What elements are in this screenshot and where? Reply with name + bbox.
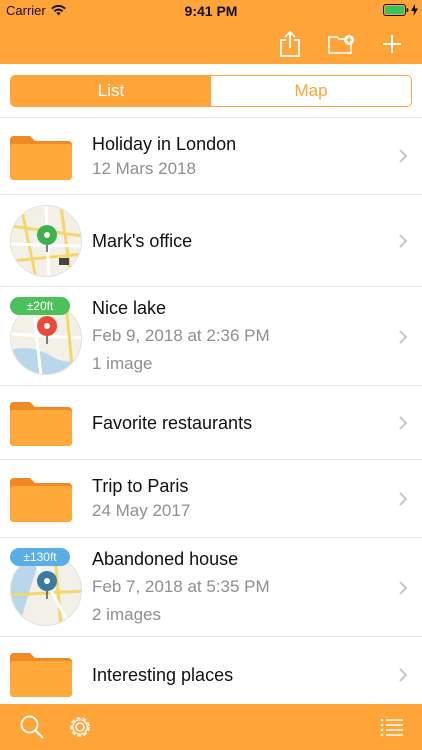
list-item-folder[interactable]: Interesting places bbox=[0, 637, 422, 704]
item-title: Trip to Paris bbox=[92, 476, 189, 496]
list-item-place[interactable]: ±20ft Nice lake Feb 9, 2018 at 2:36 PM 1… bbox=[0, 287, 422, 386]
top-bar: Carrier 9:41 PM bbox=[0, 0, 422, 64]
list-item-folder[interactable]: Trip to Paris 24 May 2017 bbox=[0, 460, 422, 538]
settings-icon bbox=[70, 717, 90, 737]
item-text: Holiday in London 12 Mars 2018 bbox=[92, 133, 386, 180]
segment-map[interactable]: Map bbox=[211, 76, 411, 106]
item-text: Interesting places bbox=[92, 664, 386, 686]
charging-icon bbox=[411, 4, 418, 16]
chevron-right-icon bbox=[399, 581, 408, 595]
chevron-right-icon bbox=[399, 234, 408, 248]
folder-icon bbox=[10, 478, 72, 522]
item-title: Nice lake bbox=[92, 298, 167, 318]
item-title: Mark's office bbox=[92, 231, 193, 251]
share-button[interactable] bbox=[272, 28, 308, 60]
chevron-right-icon bbox=[399, 149, 408, 163]
battery-icon bbox=[383, 4, 409, 16]
list-item-place[interactable]: ±130ft Abandoned house Feb 7, 2018 at 5:… bbox=[0, 538, 422, 637]
item-title: Favorite restaurants bbox=[92, 413, 253, 433]
add-button[interactable] bbox=[374, 28, 410, 60]
item-subtitle: Feb 7, 2018 at 5:35 PM bbox=[92, 577, 270, 596]
chevron-right-icon bbox=[399, 416, 408, 430]
segment-area: List Map bbox=[0, 64, 422, 118]
segment-list[interactable]: List bbox=[11, 76, 211, 106]
battery-area bbox=[383, 4, 418, 16]
item-text: Mark's office bbox=[92, 230, 386, 252]
item-subtitle: Feb 9, 2018 at 2:36 PM bbox=[92, 326, 270, 345]
item-title: Interesting places bbox=[92, 665, 234, 685]
search-button[interactable] bbox=[17, 712, 47, 742]
new-folder-button[interactable] bbox=[323, 28, 359, 60]
list-item-place[interactable]: Mark's office bbox=[0, 195, 422, 287]
map-image bbox=[11, 206, 81, 276]
items-list: Holiday in London 12 Mars 2018 Mark's of… bbox=[0, 118, 422, 704]
item-detail: 2 images bbox=[92, 605, 161, 624]
item-text: Nice lake Feb 9, 2018 at 2:36 PM 1 image bbox=[92, 297, 386, 375]
list-item-folder[interactable]: Holiday in London 12 Mars 2018 bbox=[0, 118, 422, 195]
status-bar: Carrier 9:41 PM bbox=[0, 0, 422, 22]
accuracy-badge: ±20ft bbox=[10, 297, 70, 315]
item-subtitle: 24 May 2017 bbox=[92, 501, 191, 520]
item-subtitle: 12 Mars 2018 bbox=[92, 159, 196, 178]
item-title: Holiday in London bbox=[92, 134, 237, 154]
item-title: Abandoned house bbox=[92, 549, 239, 569]
item-text: Favorite restaurants bbox=[92, 412, 386, 434]
folder-icon bbox=[10, 136, 72, 180]
item-detail: 1 image bbox=[92, 354, 153, 373]
list-icon bbox=[380, 718, 403, 737]
item-text: Abandoned house Feb 7, 2018 at 5:35 PM 2… bbox=[92, 548, 386, 626]
chevron-right-icon bbox=[399, 668, 408, 682]
item-text: Trip to Paris 24 May 2017 bbox=[92, 475, 386, 522]
list-view-button[interactable] bbox=[377, 712, 407, 742]
search-icon bbox=[20, 715, 44, 739]
new-folder-icon bbox=[328, 35, 354, 54]
view-segmented-control: List Map bbox=[10, 75, 412, 107]
folder-icon bbox=[10, 402, 72, 446]
settings-button[interactable] bbox=[65, 712, 95, 742]
bottom-toolbar bbox=[0, 704, 422, 750]
clock: 9:41 PM bbox=[184, 3, 238, 19]
accuracy-badge: ±130ft bbox=[10, 548, 70, 566]
folder-icon bbox=[10, 653, 72, 697]
nav-toolbar bbox=[0, 28, 422, 60]
share-icon bbox=[280, 31, 300, 57]
chevron-right-icon bbox=[399, 492, 408, 506]
map-thumbnail bbox=[10, 205, 82, 277]
list-item-folder[interactable]: Favorite restaurants bbox=[0, 386, 422, 460]
add-icon bbox=[383, 35, 401, 53]
chevron-right-icon bbox=[399, 330, 408, 344]
